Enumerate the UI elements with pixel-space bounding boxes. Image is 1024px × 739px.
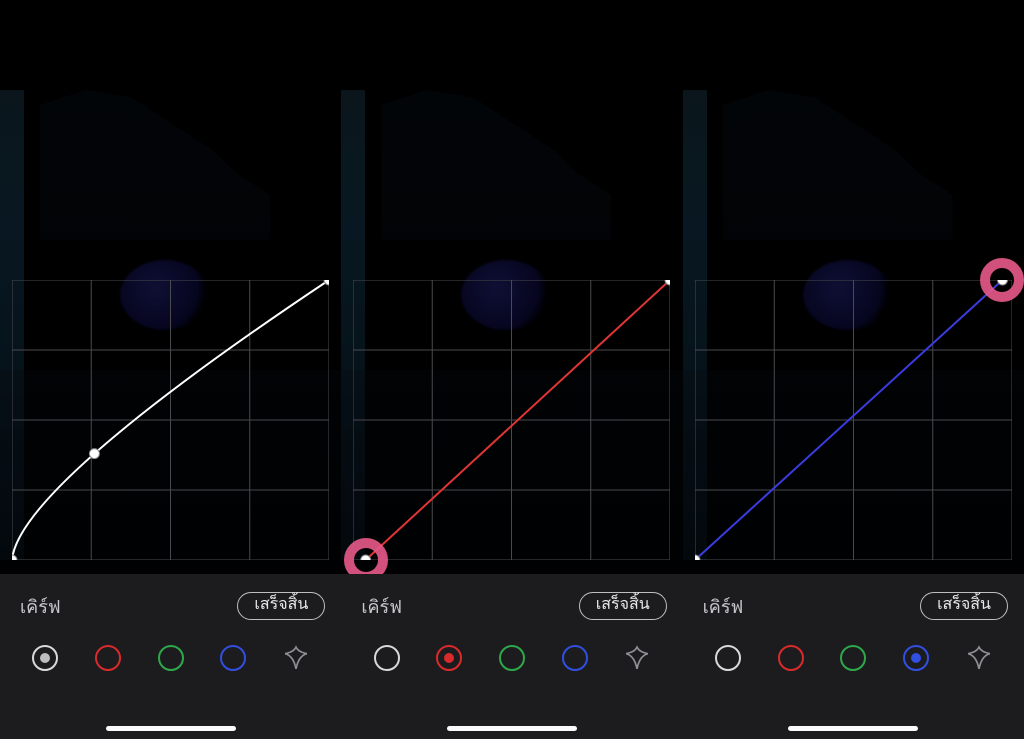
home-indicator[interactable] (447, 726, 577, 731)
bottom-toolbar: เคิร์ฟ เสร็จสิ้น (0, 574, 341, 739)
curve-point[interactable] (12, 555, 17, 560)
channel-red[interactable] (436, 645, 462, 671)
bottom-toolbar: เคิร์ฟ เสร็จสิ้น (683, 574, 1024, 739)
channel-blue[interactable] (220, 645, 246, 671)
channel-green[interactable] (499, 645, 525, 671)
tone-curve-canvas[interactable] (353, 280, 670, 560)
bottom-toolbar: เคิร์ฟ เสร็จสิ้น (341, 574, 682, 739)
tone-curve-canvas[interactable] (12, 280, 329, 560)
channel-selector-row (341, 636, 682, 680)
channel-selector-row (683, 636, 1024, 680)
channel-green[interactable] (840, 645, 866, 671)
channel-luma[interactable] (32, 645, 58, 671)
channel-red[interactable] (95, 645, 121, 671)
tone-curve-canvas[interactable] (695, 280, 1012, 560)
channel-red[interactable] (778, 645, 804, 671)
home-indicator[interactable] (788, 726, 918, 731)
curve-point[interactable] (89, 449, 99, 459)
channel-selector-row (0, 636, 341, 680)
curve-point[interactable] (324, 280, 329, 285)
home-indicator[interactable] (106, 726, 236, 731)
curve-editor-panel: เคิร์ฟ เสร็จสิ้น (683, 90, 1024, 739)
tool-name-label: เคิร์ฟ (20, 592, 61, 621)
tool-name-label: เคิร์ฟ (703, 592, 744, 621)
tool-name-label: เคิร์ฟ (361, 592, 402, 621)
editor-panels: เคิร์ฟ เสร็จสิ้น (0, 90, 1024, 739)
effects-icon[interactable] (624, 645, 650, 671)
channel-green[interactable] (158, 645, 184, 671)
channel-luma[interactable] (374, 645, 400, 671)
curve-editor-panel: เคิร์ฟ เสร็จสิ้น (0, 90, 341, 739)
effects-icon[interactable] (283, 645, 309, 671)
done-button[interactable]: เสร็จสิ้น (920, 592, 1008, 620)
channel-blue[interactable] (562, 645, 588, 671)
curve-editor-panel: เคิร์ฟ เสร็จสิ้น (341, 90, 682, 739)
done-button[interactable]: เสร็จสิ้น (237, 592, 325, 620)
channel-luma[interactable] (715, 645, 741, 671)
channel-blue[interactable] (903, 645, 929, 671)
done-button[interactable]: เสร็จสิ้น (579, 592, 667, 620)
effects-icon[interactable] (966, 645, 992, 671)
